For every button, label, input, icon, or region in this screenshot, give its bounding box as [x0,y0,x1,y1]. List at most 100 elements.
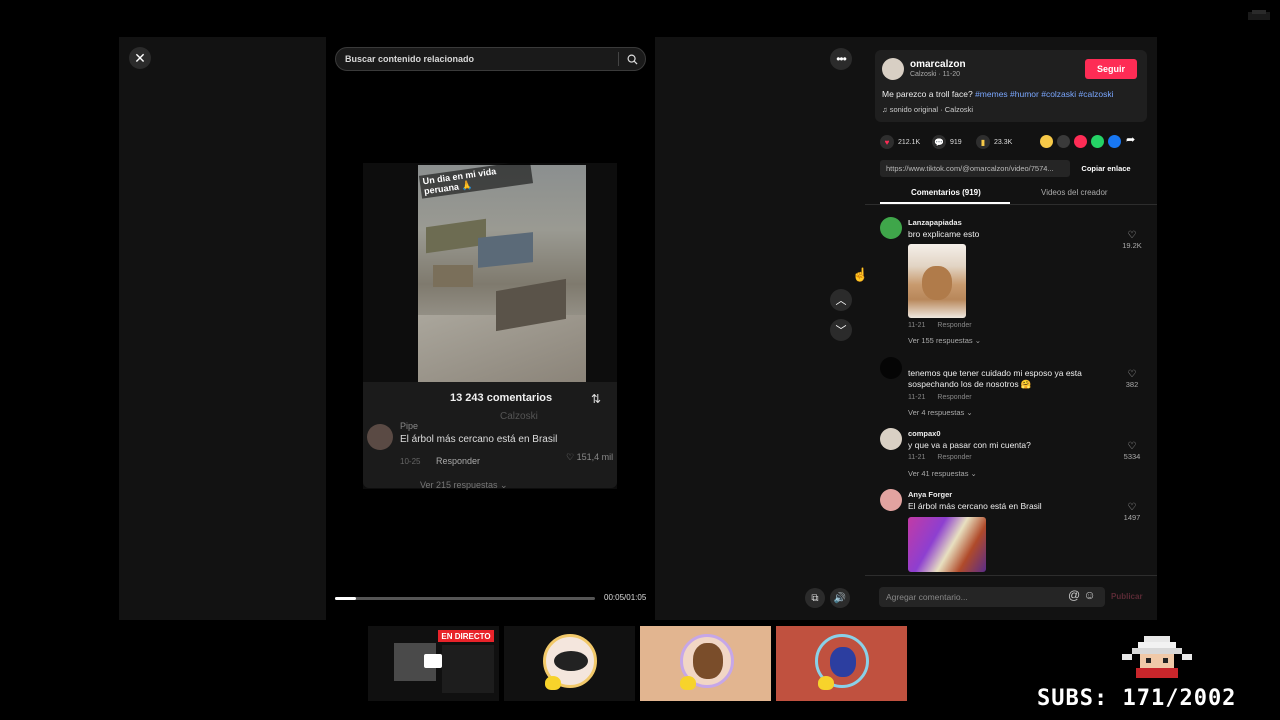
monitor-icon [424,654,442,668]
search-bar[interactable]: Buscar contenido relacionado [335,47,646,71]
stream-preview [442,645,494,693]
close-button[interactable]: ✕ [129,47,151,69]
corner-mascot-icon [1248,10,1270,20]
comment-like-button[interactable]: ♡ 19.2K [1121,230,1143,250]
mention-icon[interactable]: @ [1068,588,1080,602]
reply-button[interactable]: Responder [937,454,971,461]
author-username[interactable]: omarcalzon [910,59,966,70]
emoji-icon[interactable]: ☺ [1084,588,1096,602]
avatar[interactable] [882,58,904,80]
duck-icon [818,676,834,690]
publish-button[interactable]: Publicar [1111,592,1143,601]
view-replies-button[interactable]: Ver 4 respuestas ⌄ [908,408,973,417]
embed-icon[interactable] [1057,135,1070,148]
duck-icon [545,676,561,690]
left-backdrop [119,37,326,620]
embedded-watermark: Calzoski [500,411,538,422]
house-roof [478,232,533,268]
comment-user[interactable]: compax0 [908,429,941,438]
comment-image[interactable] [908,517,986,572]
comment-like-button[interactable]: ♡ 382 [1121,369,1143,389]
progress-bar[interactable] [335,597,595,600]
comment-text: bro explicame esto [908,229,980,239]
sound-link[interactable]: ♫ sonido original · Calzoski [882,105,973,114]
hashtag-links[interactable]: #memes #humor #colzaski #calzoski [975,89,1113,99]
heart-icon: ♡ [1127,502,1137,513]
subs-counter: SUBS: 171/2002 [1037,686,1237,711]
reply-button[interactable]: Responder [937,394,971,401]
view-replies-button[interactable]: Ver 155 respuestas ⌄ [908,336,981,345]
volume-icon: 🔊 [833,592,847,604]
pip-button[interactable]: ⧉ [805,588,825,608]
send-icon[interactable] [1074,135,1087,148]
comment-like-button[interactable]: ♡ 5334 [1121,441,1143,461]
save-button[interactable]: ▮ 23.3K [976,135,1012,149]
video-frame-image [418,165,586,382]
mouse-cursor-icon: ☝ [852,267,869,282]
sort-icon: ⇅ [591,392,602,406]
next-video-button[interactable]: ﹀ [830,319,852,341]
house-roof [426,218,486,254]
comment-meta: 11-21 Responder [908,322,972,329]
comment-button[interactable]: 💬 919 [932,135,962,149]
embedded-comment-likes: ♡ 151,4 mil [566,452,614,462]
pip-icon: ⧉ [811,592,819,604]
comment-text: El árbol más cercano está en Brasil [908,501,1042,511]
copy-link-button[interactable]: Copiar enlace [1074,160,1138,177]
chevron-down-icon: ﹀ [835,325,847,337]
video-time: 00:05/01:05 [604,593,647,602]
comment-meta: 11-21 Responder [908,394,972,401]
heart-icon: ♡ [1127,441,1137,452]
avatar [367,424,393,450]
bookmark-icon: ▮ [976,135,990,149]
volume-button[interactable]: 🔊 [830,588,850,608]
whatsapp-icon[interactable] [1091,135,1104,148]
comment-user[interactable]: Anya Forger [908,490,952,499]
embedded-comment-text: El árbol más cercano está en Brasil [400,434,558,445]
avatar[interactable] [880,357,902,379]
embedded-comment-user: Pipe [400,421,419,431]
reply-button[interactable]: Responder [937,322,971,329]
search-icon[interactable] [619,54,645,65]
like-button[interactable]: ♥ 212.1K [880,135,920,149]
share-arrow-icon[interactable]: ➦ [1126,133,1135,146]
live-badge: EN DIRECTO [438,630,494,642]
tab-creator-videos[interactable]: Videos del creador [1041,188,1108,197]
active-tab-indicator [880,202,1010,204]
author-meta: Calzoski · 11-20 [910,71,961,78]
progress-fill [335,597,356,600]
comment-bar-divider [865,575,1157,576]
embedded-comment-reply: Responder [436,456,481,466]
comment-text: y que va a pasar con mi cuenta? [908,440,1031,450]
emoji-share-icon[interactable] [1040,135,1053,148]
video-link-field[interactable]: https://www.tiktok.com/@omarcalzon/video… [880,160,1070,177]
search-input[interactable]: Buscar contenido relacionado [336,54,618,64]
more-options-button[interactable]: ••• [830,48,852,70]
avatar[interactable] [880,217,902,239]
comment-user[interactable]: Lanzapapiadas [908,218,962,227]
heart-icon: ♥ [880,135,894,149]
follow-button[interactable]: Seguir [1085,59,1137,79]
pixel-mascot-icon [1122,636,1192,678]
duck-icon [680,676,696,690]
comment-input-tools: @ ☺ [1068,588,1096,602]
avatar[interactable] [880,489,902,511]
comment-image[interactable] [908,244,966,318]
tab-comments[interactable]: Comentarios (919) [911,188,981,197]
comment-like-button[interactable]: ♡ 1497 [1121,502,1143,522]
embedded-comment-date: 10-25 [400,457,421,466]
comment-text: tenemos que tener cuidado mi esposo ya e… [908,368,1082,389]
view-replies-button[interactable]: Ver 41 respuestas ⌄ [908,469,977,478]
comment-meta: 11-21 Responder [908,454,972,461]
house-wall [433,265,473,287]
heart-icon: ♡ [1127,369,1137,380]
heart-icon: ♡ [1127,230,1137,241]
avatar[interactable] [880,428,902,450]
tab-divider [865,204,1157,205]
comment-icon: 💬 [932,135,946,149]
heart-icon: ♡ [566,452,577,462]
previous-video-button[interactable]: ︿ [830,289,852,311]
facebook-icon[interactable] [1108,135,1121,148]
video-description: Me parezco a troll face? #memes #humor #… [882,89,1114,99]
close-icon: ✕ [134,49,146,66]
